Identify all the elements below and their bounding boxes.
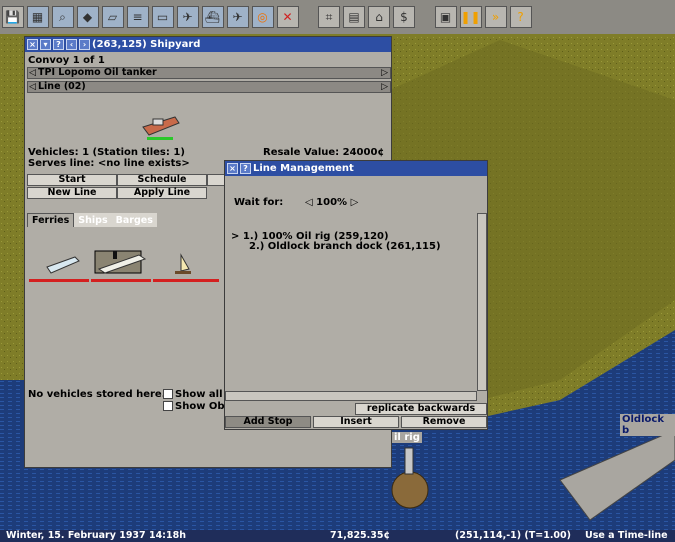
vehicles-info: Vehicles: 1 (Station tiles: 1) bbox=[28, 147, 185, 158]
wait-for-stepper[interactable]: ◁ 100% ▷ bbox=[305, 197, 358, 208]
close-icon[interactable]: × bbox=[227, 163, 238, 174]
replicate-backwards-button[interactable]: replicate backwards bbox=[355, 403, 487, 415]
screenshot-icon[interactable]: ▣ bbox=[434, 6, 457, 28]
right-arrow-icon[interactable]: ▷ bbox=[381, 68, 388, 78]
map-icon[interactable]: ▦ bbox=[26, 6, 49, 28]
line-mgmt-title: Line Management bbox=[253, 163, 354, 174]
more-button[interactable] bbox=[207, 174, 225, 186]
tab-ferries[interactable]: Ferries bbox=[27, 213, 75, 227]
vehicle-selector[interactable]: ◁ TPI Lopomo Oil tanker ▷ bbox=[27, 67, 391, 79]
list-icon[interactable]: ▤ bbox=[343, 6, 365, 28]
wait-for-value: 100% bbox=[316, 197, 348, 208]
left-arrow-icon[interactable]: ◁ bbox=[29, 82, 36, 92]
vehicle-catalog bbox=[29, 250, 219, 282]
money: 71,825.35¢ bbox=[330, 530, 391, 541]
collapse-icon[interactable]: ▾ bbox=[40, 39, 51, 50]
serves-line: Serves line: <no line exists> bbox=[28, 158, 190, 169]
close-icon[interactable]: × bbox=[27, 39, 38, 50]
fast-forward-icon[interactable]: » bbox=[484, 6, 507, 28]
remove-icon[interactable]: ✕ bbox=[276, 6, 299, 28]
convoy-counter: Convoy 1 of 1 bbox=[28, 55, 105, 66]
line-name: Line (02) bbox=[38, 81, 86, 92]
line-management-window: × ? Line Management Wait for: ◁ 100% ▷ >… bbox=[224, 160, 488, 430]
depot-title: (263,125) Shipyard bbox=[92, 39, 201, 50]
right-arrow-icon[interactable]: ▷ bbox=[351, 197, 359, 208]
next-icon[interactable]: › bbox=[79, 39, 90, 50]
airplane-icon[interactable]: ✈ bbox=[176, 6, 199, 28]
jet-icon[interactable]: ✈ bbox=[226, 6, 249, 28]
remove-button[interactable]: Remove bbox=[401, 416, 487, 428]
vehicle-name: TPI Lopomo Oil tanker bbox=[38, 67, 157, 78]
ship-icon[interactable]: ⛴ bbox=[201, 6, 224, 28]
start-button[interactable]: Start bbox=[27, 174, 117, 186]
tram-icon[interactable]: ▭ bbox=[151, 6, 174, 28]
stop-item-2[interactable]: 2.) Oldlock branch dock (261,115) bbox=[249, 241, 441, 252]
status-bar: Winter, 15. February 1937 14:18h 71,825.… bbox=[0, 530, 675, 542]
finance-icon[interactable]: $ bbox=[393, 6, 415, 28]
ferry-large-icon[interactable] bbox=[94, 250, 147, 274]
cursor-coords: (251,114,-1) (T=1.00) bbox=[455, 530, 571, 541]
tab-ships[interactable]: Ships bbox=[74, 214, 111, 227]
schedule-icon[interactable]: ⌗ bbox=[318, 6, 340, 28]
apply-line-button[interactable]: Apply Line bbox=[117, 187, 207, 199]
tab-barges[interactable]: Barges bbox=[112, 214, 157, 227]
help-icon[interactable]: ? bbox=[240, 163, 251, 174]
schedule-button[interactable]: Schedule bbox=[117, 174, 207, 186]
date-time: Winter, 15. February 1937 14:18h bbox=[6, 530, 186, 541]
insert-button[interactable]: Insert bbox=[313, 416, 399, 428]
help-icon[interactable]: ? bbox=[53, 39, 64, 50]
add-stop-button[interactable]: Add Stop bbox=[225, 416, 311, 428]
zoom-icon[interactable]: ⌕ bbox=[51, 6, 74, 28]
oldlock-label[interactable]: Oldlock b bbox=[620, 414, 675, 436]
sailboat-icon[interactable] bbox=[175, 253, 191, 274]
vehicle-tabs: Ferries Ships Barges bbox=[27, 213, 157, 227]
depot-titlebar[interactable]: × ▾ ? ‹ › (263,125) Shipyard bbox=[25, 37, 391, 52]
oil-rig-label[interactable]: il rig bbox=[392, 432, 422, 443]
main-toolbar: 💾 ▦ ⌕ ◆ ▱ ≡ ▭ ✈ ⛴ ✈ ◎ ✕ ⌗ ▤ ⌂ $ ▣ ❚❚»? bbox=[0, 0, 675, 34]
tanker-ship-icon bbox=[142, 116, 180, 140]
horizontal-scrollbar[interactable] bbox=[225, 391, 477, 401]
wait-for-label: Wait for: bbox=[234, 197, 284, 208]
show-all-checkbox[interactable]: Show all bbox=[163, 389, 223, 400]
new-line-button[interactable]: New Line bbox=[27, 187, 117, 199]
left-arrow-icon[interactable]: ◁ bbox=[305, 197, 316, 208]
line-selector[interactable]: ◁ Line (02) ▷ bbox=[27, 81, 391, 93]
show-obsolete-checkbox[interactable]: Show Ob bbox=[163, 401, 225, 412]
vertical-scrollbar[interactable] bbox=[477, 213, 487, 391]
station-icon[interactable]: ◎ bbox=[251, 6, 274, 28]
no-vehicles-text: No vehicles stored here. bbox=[28, 389, 166, 400]
rail-icon[interactable]: ≡ bbox=[126, 6, 149, 28]
headquarters-icon[interactable]: ⌂ bbox=[368, 6, 390, 28]
pause-icon[interactable]: ❚❚ bbox=[459, 6, 482, 28]
prev-icon[interactable]: ‹ bbox=[66, 39, 77, 50]
road-icon[interactable]: ▱ bbox=[101, 6, 124, 28]
resale-value: Resale Value: 24000¢ bbox=[263, 147, 385, 158]
right-arrow-icon[interactable]: ▷ bbox=[381, 82, 388, 92]
line-mgmt-titlebar[interactable]: × ? Line Management bbox=[225, 161, 487, 176]
ferry-small-icon[interactable] bbox=[46, 256, 80, 274]
save-icon[interactable]: 💾 bbox=[1, 6, 24, 28]
terrain-icon[interactable]: ◆ bbox=[76, 6, 99, 28]
left-arrow-icon[interactable]: ◁ bbox=[29, 68, 36, 78]
status-hint: Use a Time-line bbox=[585, 530, 668, 541]
help-icon[interactable]: ? bbox=[509, 6, 532, 28]
